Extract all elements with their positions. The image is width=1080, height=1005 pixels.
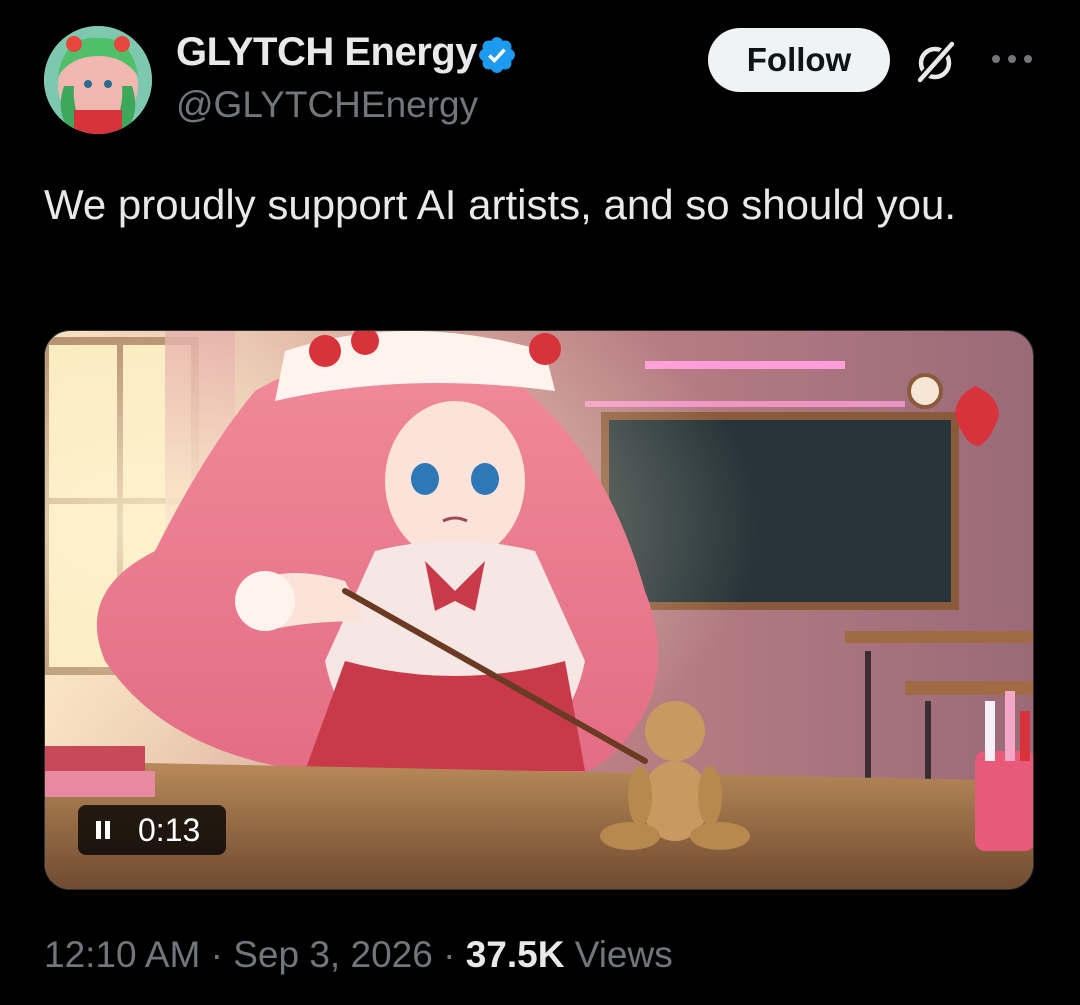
views-label: Views bbox=[574, 934, 673, 975]
tweet-meta: 12:10 AM · Sep 3, 2026 · 37.5K Views bbox=[44, 934, 673, 976]
meta-separator: · bbox=[210, 934, 223, 975]
video-timer[interactable]: 0:13 bbox=[78, 805, 226, 855]
more-options-icon[interactable] bbox=[990, 48, 1034, 70]
follow-button[interactable]: Follow bbox=[708, 28, 890, 92]
tweet-text: We proudly support AI artists, and so sh… bbox=[44, 181, 957, 228]
tweet-time[interactable]: 12:10 AM bbox=[44, 934, 200, 975]
tweet-date[interactable]: Sep 3, 2026 bbox=[233, 934, 433, 975]
pause-icon[interactable] bbox=[96, 821, 110, 839]
author-avatar[interactable] bbox=[44, 26, 152, 134]
author-handle[interactable]: @GLYTCHEnergy bbox=[176, 84, 478, 126]
views-count: 37.5K bbox=[465, 934, 565, 975]
video-duration: 0:13 bbox=[138, 811, 201, 848]
verified-badge-icon bbox=[479, 37, 515, 73]
meta-separator: · bbox=[443, 934, 456, 975]
grok-icon[interactable] bbox=[912, 38, 960, 86]
author-display-name[interactable]: GLYTCH Energy bbox=[176, 30, 477, 75]
